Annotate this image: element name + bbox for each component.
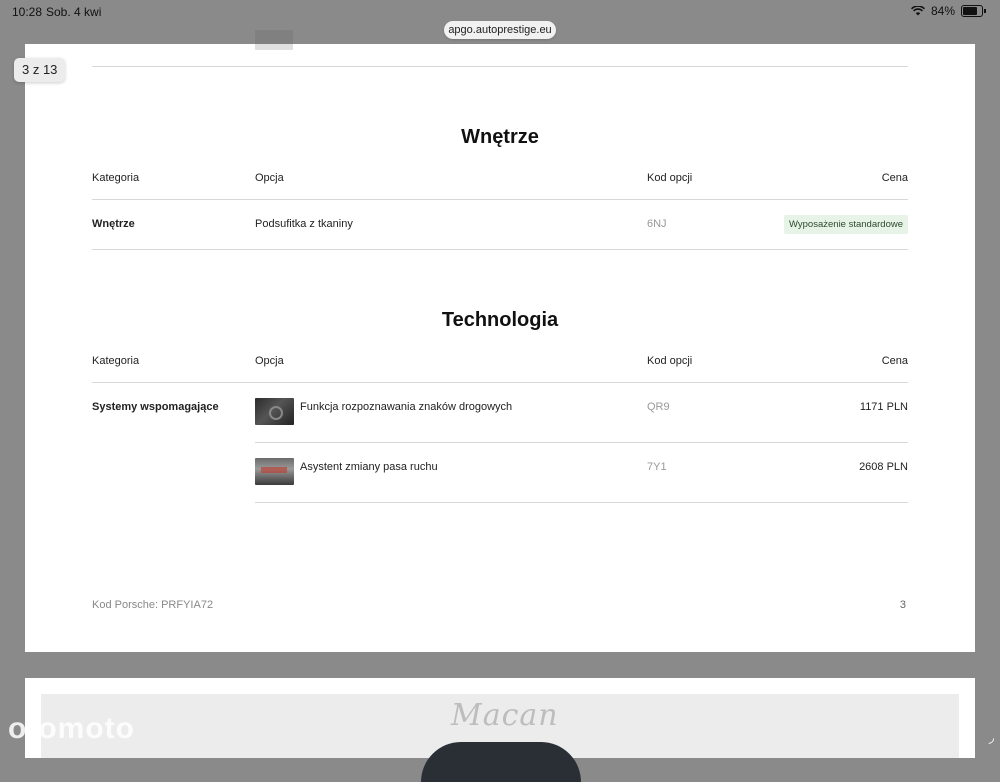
porsche-code: Kod Porsche: PRFYIA72 [92,599,214,611]
row-kategoria: Systemy wspomagające [92,401,219,413]
divider [92,66,908,67]
divider [92,382,908,383]
car-image [421,742,581,782]
header-cena: Cena [881,355,908,367]
row-cena: 2608 PLN [859,461,908,473]
previous-row-thumbnail [255,30,293,50]
scroll-indicator-icon: ◞ [988,729,994,745]
row-kod-opcji: 7Y1 [647,461,667,473]
divider [255,442,908,443]
status-right: 84% [911,4,986,18]
page-number: 3 [899,599,906,611]
row-kod-opcji: QR9 [647,401,670,413]
document-page: Wnętrze Kategoria Opcja Kod opcji Cena W… [25,30,975,652]
row-cena: 1171 PLN [859,401,908,413]
divider [255,502,908,503]
header-opcja: Opcja [255,355,284,367]
header-kod-opcji: Kod opcji [647,172,693,184]
battery-icon [961,5,983,17]
option-thumbnail [255,398,294,425]
page-indicator[interactable]: 3 z 13 [14,58,66,82]
macan-logo: Macan [451,698,559,733]
row-opcja: Funkcja rozpoznawania znaków drogowych [300,401,513,413]
status-time: 10:28 [12,5,43,19]
divider [92,249,908,250]
header-opcja: Opcja [255,172,284,184]
header-kategoria: Kategoria [92,172,140,184]
section-title-wnetrze: Wnętrze [461,126,539,148]
header-kategoria: Kategoria [92,355,140,367]
row-opcja: Podsufitka z tkaniny [255,218,353,230]
status-date: Sob. 4 kwi [46,5,102,19]
url-bar[interactable]: apgo.autoprestige.eu [444,21,556,39]
previous-row-fragment [92,30,908,66]
battery-percent: 84% [930,4,955,18]
battery-tip [984,9,986,13]
option-thumbnail [255,458,294,485]
otomoto-watermark: otomoto [8,712,135,745]
header-kod-opcji: Kod opcji [647,355,693,367]
row-opcja: Asystent zmiany pasa ruchu [300,461,438,473]
standard-equipment-badge: Wyposażenie standardowe [784,215,908,234]
wifi-icon [911,6,925,16]
header-cena: Cena [881,172,908,184]
cover-image: Macan [41,694,959,782]
divider [92,199,908,200]
next-document-page: Macan [25,678,975,782]
row-kategoria: Wnętrze [92,218,135,230]
section-title-technologia: Technologia [441,309,559,331]
row-kod-opcji: 6NJ [647,218,667,230]
